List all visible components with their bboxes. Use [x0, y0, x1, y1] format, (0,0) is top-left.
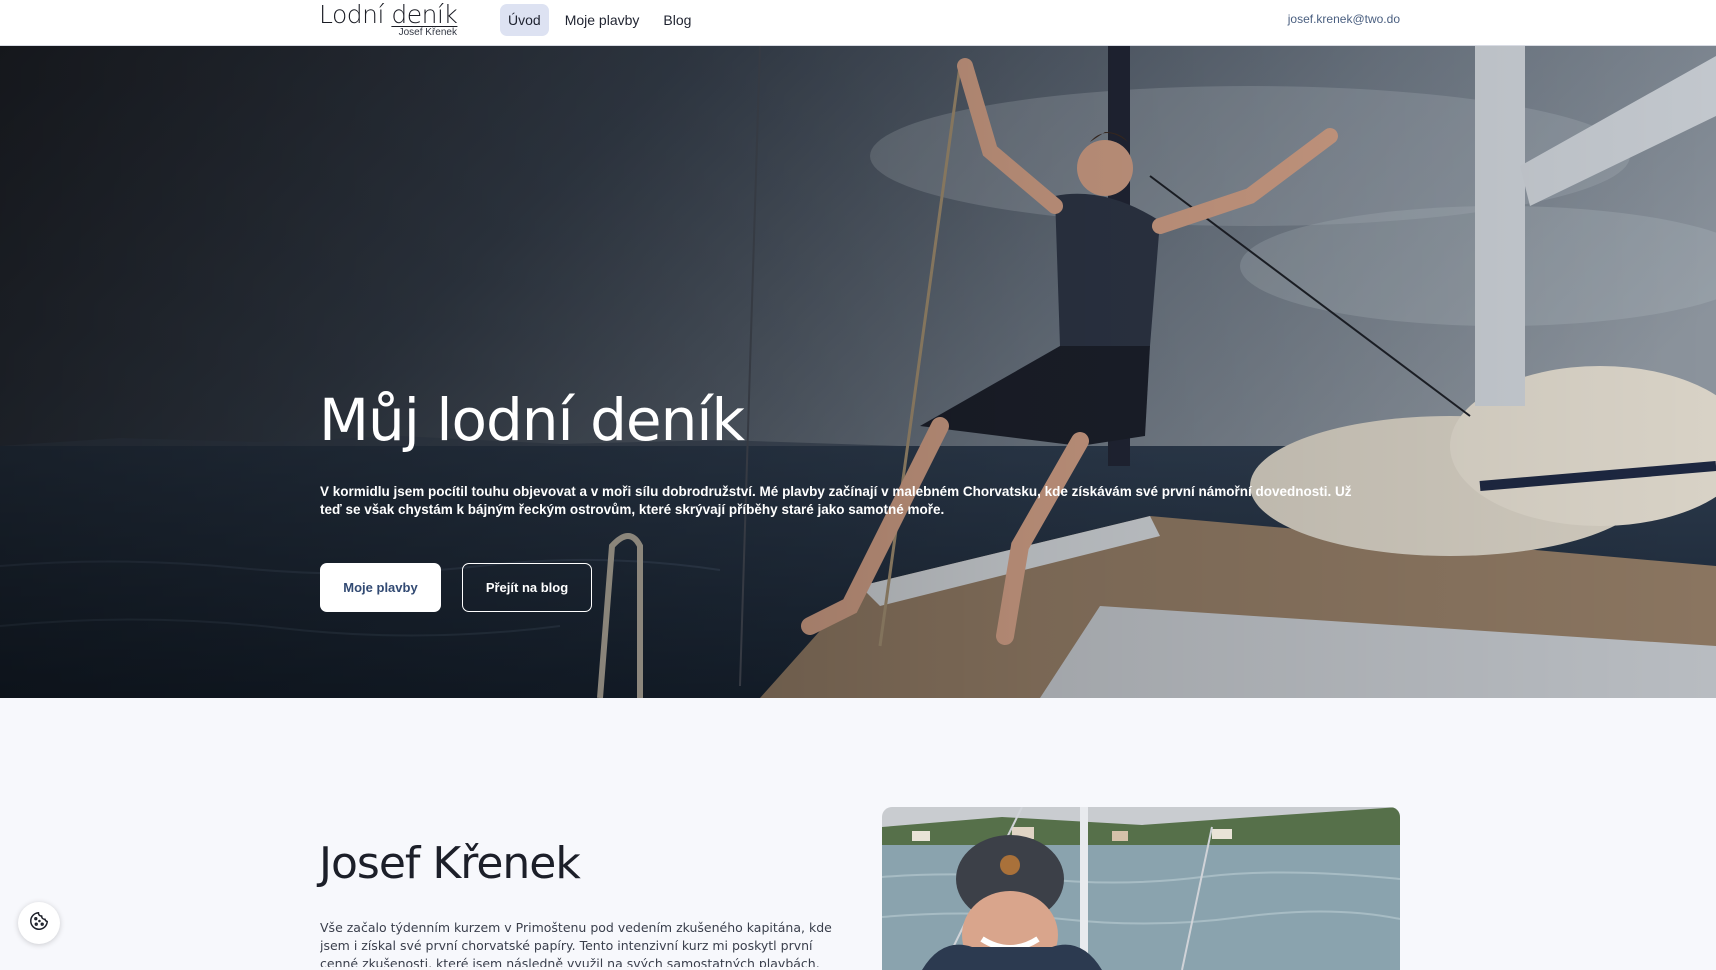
- profile-photo: [882, 807, 1400, 970]
- hero-section: Můj lodní deník V kormidlu jsem pocítil …: [0, 46, 1716, 698]
- logo-title: Lodní deník: [319, 0, 458, 29]
- nav-item-blog[interactable]: Blog: [655, 4, 699, 36]
- email-link[interactable]: josef.krenek@two.do: [1288, 12, 1400, 26]
- site-logo[interactable]: Lodní deník Josef Křenek: [319, 1, 459, 43]
- about-text: Vše začalo týdenním kurzem v Primoštenu …: [320, 920, 832, 967]
- site-header: Lodní deník Josef Křenek Úvod Moje plavb…: [0, 0, 1716, 46]
- about-heading: Josef Křenek: [319, 838, 581, 889]
- hero-title: Můj lodní deník: [319, 386, 745, 454]
- my-voyages-button[interactable]: Moje plavby: [320, 563, 441, 612]
- go-to-blog-button[interactable]: Přejít na blog: [462, 563, 592, 612]
- logo-subtitle: Josef Křenek: [398, 27, 457, 38]
- nav-item-uvod[interactable]: Úvod: [500, 4, 549, 36]
- cookie-icon: [28, 910, 50, 937]
- cookie-settings-button[interactable]: [18, 902, 60, 944]
- logo-title-underlined: deník: [391, 0, 458, 29]
- main-nav: Úvod Moje plavby Blog: [500, 4, 699, 36]
- profile-photo-image: [882, 807, 1400, 970]
- hero-description: V kormidlu jsem pocítil touhu objevovat …: [320, 484, 1352, 517]
- hero-background-image: [0, 46, 1716, 698]
- nav-item-moje-plavby[interactable]: Moje plavby: [557, 4, 648, 36]
